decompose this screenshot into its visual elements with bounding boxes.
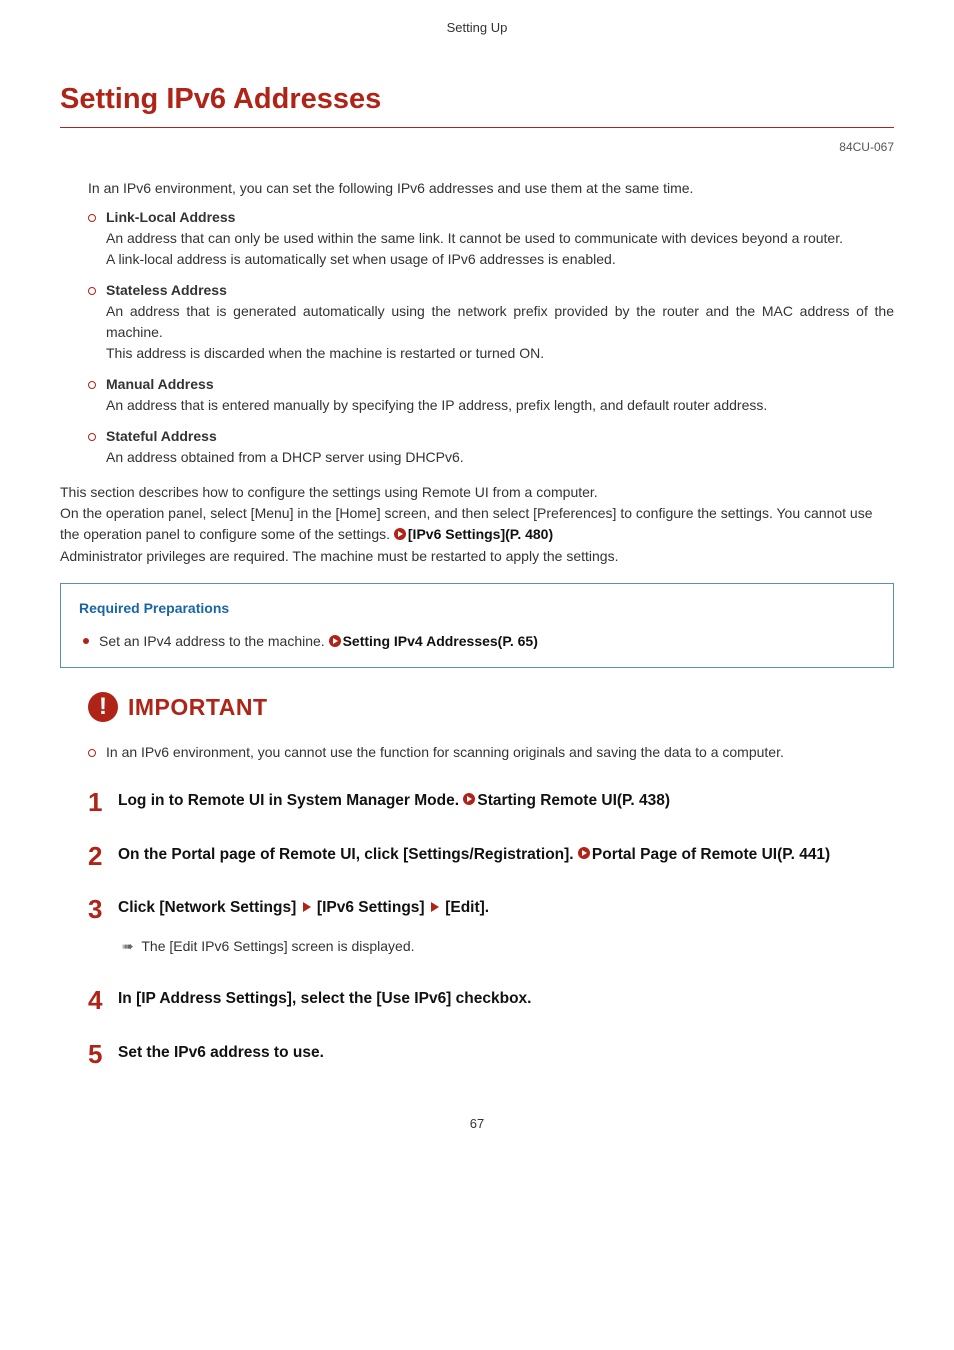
step-text: Log in to Remote UI in System Manager Mo…: [118, 792, 463, 809]
result-text: The [Edit IPv6 Settings] screen is displ…: [141, 938, 414, 954]
address-desc: An address that is generated automatical…: [106, 301, 894, 343]
right-arrow-icon: [431, 896, 439, 919]
crossref-link[interactable]: Setting IPv4 Addresses(P. 65): [343, 633, 538, 649]
body-line: On the operation panel, select [Menu] in…: [60, 503, 894, 546]
step-item: In [IP Address Settings], select the [Us…: [88, 987, 894, 1010]
step-text: In [IP Address Settings], select the [Us…: [118, 990, 531, 1007]
address-desc: This address is discarded when the machi…: [106, 343, 894, 364]
body-line: Administrator privileges are required. T…: [60, 546, 894, 567]
important-text: In an IPv6 environment, you cannot use t…: [88, 742, 894, 763]
crossref-icon: [463, 789, 475, 812]
prep-item: Set an IPv4 address to the machine. Sett…: [83, 631, 875, 653]
list-item: Stateful Address An address obtained fro…: [88, 426, 894, 468]
step-list: Log in to Remote UI in System Manager Mo…: [88, 789, 894, 1064]
crossref-link[interactable]: [IPv6 Settings](P. 480): [408, 526, 553, 542]
step-text: [IPv6 Settings]: [317, 899, 429, 916]
crossref-link[interactable]: Portal Page of Remote UI(P. 441): [592, 846, 830, 863]
prep-title: Required Preparations: [79, 598, 875, 619]
address-desc: An address that is entered manually by s…: [106, 395, 894, 416]
address-title: Stateful Address: [106, 426, 894, 447]
step-text: Click [Network Settings]: [118, 899, 301, 916]
step-item: Click [Network Settings] [IPv6 Settings]…: [88, 896, 894, 957]
result-arrow-icon: ➠: [122, 936, 134, 957]
required-preparations-box: Required Preparations Set an IPv4 addres…: [60, 583, 894, 668]
document-id: 84CU-067: [60, 138, 894, 156]
config-description: This section describes how to configure …: [60, 482, 894, 567]
right-arrow-icon: [303, 896, 311, 919]
step-result: ➠ The [Edit IPv6 Settings] screen is dis…: [122, 936, 894, 958]
address-desc: An address that can only be used within …: [106, 228, 894, 249]
breadcrumb-section: Setting Up: [60, 18, 894, 38]
address-desc: An address obtained from a DHCP server u…: [106, 447, 894, 468]
page-title: Setting IPv6 Addresses: [60, 78, 894, 129]
step-item: Set the IPv6 address to use.: [88, 1041, 894, 1064]
prep-text: Set an IPv4 address to the machine.: [99, 633, 329, 649]
intro-text: In an IPv6 environment, you can set the …: [88, 178, 894, 199]
address-type-list: Link-Local Address An address that can o…: [88, 207, 894, 468]
crossref-icon: [578, 843, 590, 866]
list-item: Link-Local Address An address that can o…: [88, 207, 894, 270]
step-item: On the Portal page of Remote UI, click […: [88, 843, 894, 867]
step-text: Set the IPv6 address to use.: [118, 1044, 324, 1061]
crossref-icon: [329, 632, 341, 653]
address-desc: A link-local address is automatically se…: [106, 249, 894, 270]
list-item: Stateless Address An address that is gen…: [88, 280, 894, 364]
page-number: 67: [60, 1114, 894, 1134]
step-text: On the Portal page of Remote UI, click […: [118, 846, 578, 863]
address-title: Stateless Address: [106, 280, 894, 301]
address-title: Manual Address: [106, 374, 894, 395]
list-item: Manual Address An address that is entere…: [88, 374, 894, 416]
crossref-link[interactable]: Starting Remote UI(P. 438): [477, 792, 670, 809]
step-item: Log in to Remote UI in System Manager Mo…: [88, 789, 894, 813]
body-line: This section describes how to configure …: [60, 482, 894, 503]
step-text: [Edit].: [445, 899, 489, 916]
address-title: Link-Local Address: [106, 207, 894, 228]
important-label: IMPORTANT: [128, 690, 268, 725]
exclamation-icon: !: [88, 692, 118, 722]
crossref-icon: [394, 525, 406, 546]
important-heading: ! IMPORTANT: [88, 690, 894, 725]
